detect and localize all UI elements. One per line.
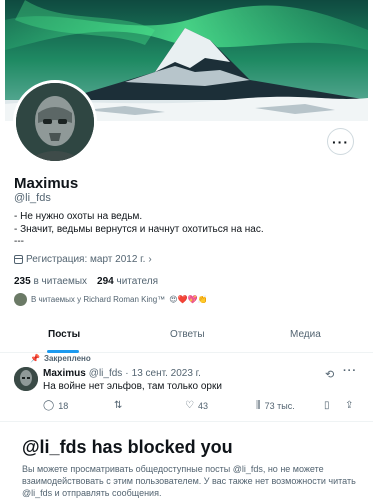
joined-date: Регистрация: март 2012 г. › xyxy=(14,254,152,265)
known-followers[interactable]: В читаемых у Richard Roman King™ 😍❤️💖👏 xyxy=(14,293,207,306)
repost-icon: ⇅ xyxy=(114,400,123,411)
followers-link[interactable]: 294 читателя xyxy=(97,276,158,287)
bookmark-icon: ▯ xyxy=(324,400,330,411)
share-button[interactable]: ⇪ xyxy=(345,400,353,411)
following-count: 235 xyxy=(14,276,31,287)
view-count: 73 тыс. xyxy=(264,400,295,411)
tweet-author-handle[interactable]: @li_fds xyxy=(89,368,123,379)
bio-line: --- xyxy=(14,236,24,247)
tweet-avatar[interactable] xyxy=(14,367,38,391)
views-button[interactable]: ⫼ 73 тыс. xyxy=(256,400,295,411)
bio-line: - Значит, ведьмы вернутся и начнут охоти… xyxy=(14,223,264,235)
blocked-message: Вы можете просматривать общедоступные по… xyxy=(22,464,356,498)
bookmark-button[interactable]: ▯ xyxy=(324,400,330,411)
tweet-separator: · xyxy=(125,368,129,379)
calendar-icon xyxy=(14,255,23,264)
section-divider xyxy=(0,421,373,422)
following-link[interactable]: 235 в читаемых xyxy=(14,276,87,287)
known-followers-emoji: 😍❤️💖👏 xyxy=(169,295,208,304)
tweet-header: Maximus @li_fds · 13 сент. 2023 г. xyxy=(43,368,201,379)
pinned-text: Закреплено xyxy=(43,354,91,363)
tab-media[interactable]: Медиа xyxy=(290,329,321,340)
joined-date-text: Регистрация: март 2012 г. xyxy=(26,254,146,265)
reply-icon: ◯ xyxy=(43,400,55,411)
profile-handle: @li_fds xyxy=(14,192,51,204)
profile-bio: - Не нужно охоты на ведьм. - Значит, вед… xyxy=(14,211,264,249)
tweet-author-name[interactable]: Maximus xyxy=(43,368,86,379)
tweet-text: На войне нет эльфов, там только орки xyxy=(43,381,222,392)
tweet-actions: ◯ 18 ⇅ ♡ 43 ⫼ 73 тыс. ▯ ⇪ xyxy=(0,400,373,414)
active-tab-indicator xyxy=(47,350,79,353)
tab-replies[interactable]: Ответы xyxy=(170,329,205,340)
tweet-more-icon[interactable]: ··· xyxy=(343,365,357,377)
like-count: 43 xyxy=(197,400,208,411)
followers-label: читателя xyxy=(116,276,159,287)
followers-count: 294 xyxy=(97,276,114,287)
share-icon: ⇪ xyxy=(345,400,354,411)
blocked-title: @li_fds has blocked you xyxy=(22,437,233,457)
follow-stats: 235 в читаемых 294 читателя xyxy=(14,276,158,287)
views-icon: ⫼ xyxy=(256,400,261,411)
pin-icon: 📌 xyxy=(30,354,40,363)
profile-tabs: Посты Ответы Медиа xyxy=(0,319,373,353)
grok-icon[interactable]: ⟲ xyxy=(325,368,334,381)
tab-posts[interactable]: Посты xyxy=(48,329,80,340)
heart-icon: ♡ xyxy=(185,400,194,411)
profile-name: Maximus xyxy=(14,175,79,192)
known-followers-text: В читаемых у Richard Roman King™ xyxy=(31,295,166,304)
chevron-right-icon[interactable]: › xyxy=(148,254,151,265)
following-label: в читаемых xyxy=(33,276,88,287)
bio-line: - Не нужно охоты на ведьм. xyxy=(14,211,143,222)
pinned-label: 📌 Закреплено xyxy=(30,354,91,363)
repost-button[interactable]: ⇅ xyxy=(114,400,126,411)
like-button[interactable]: ♡ 43 xyxy=(185,400,208,411)
more-options-button[interactable]: ··· xyxy=(327,128,354,155)
known-follower-avatar xyxy=(14,293,27,306)
profile-avatar[interactable] xyxy=(13,80,97,164)
tweet-date[interactable]: 13 сент. 2023 г. xyxy=(132,368,201,379)
reply-count: 18 xyxy=(58,400,69,411)
reply-button[interactable]: ◯ 18 xyxy=(43,400,68,411)
